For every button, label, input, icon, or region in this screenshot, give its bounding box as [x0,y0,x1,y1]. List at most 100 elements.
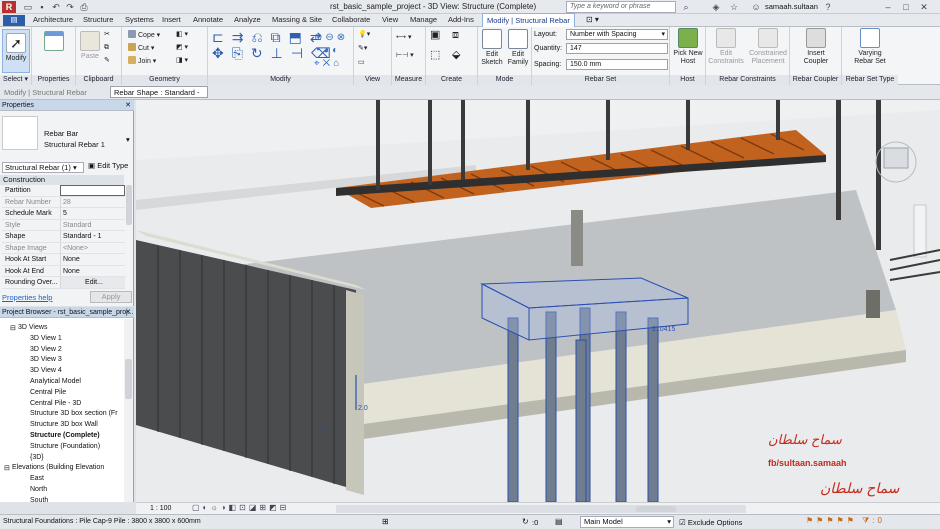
tab-architecture[interactable]: Architecture [33,15,73,24]
override-icon[interactable]: ✎▾ [358,44,367,53]
search-input[interactable]: Type a keyword or phrase [566,1,676,13]
help-icon[interactable]: ? [822,1,834,13]
apply-button[interactable]: Apply [90,291,132,303]
property-value[interactable]: None [60,254,125,265]
edit-sketch-button[interactable]: Edit Sketch [480,29,504,67]
tree-expander-icon[interactable]: ⊟ [10,324,16,332]
cut-button[interactable]: Cut ▾ [128,43,154,52]
browser-item[interactable]: East [30,475,44,482]
spacing-input[interactable]: 150.0 mm [566,59,668,70]
property-row[interactable]: Rebar Number 28 [2,196,125,208]
view-control-icons[interactable]: ▢◐☼◑◧⊡◪⊞◩⊟ [192,503,289,512]
dimension-text[interactable]: 2.0 [358,405,368,412]
browser-item[interactable]: 3D View 2 [30,346,62,353]
browser-scrollbar[interactable] [124,319,133,502]
property-value[interactable] [60,185,125,196]
modify-small-tools-icons[interactable]: ⊕⊖⊗ ◔◕◐ ⌖✕⌂ [314,31,348,70]
star-icon[interactable]: ☆ [728,1,740,13]
close-icon[interactable]: ✕ [125,307,131,318]
close-icon[interactable]: ✕ [918,1,930,13]
tree-expander-icon[interactable]: ⊟ [4,464,10,472]
geometry-tool-2-icon[interactable]: ◩ ▾ [176,43,188,52]
property-row[interactable]: Hook At Start None [2,254,125,266]
modify-button[interactable]: ➚ Modify [2,29,30,73]
browser-item[interactable]: Structure (Complete) [30,432,100,439]
copy-clip-icon[interactable]: ⧉ [104,43,109,52]
browser-item[interactable]: Central Pile - 3D [30,400,81,407]
tab-structure[interactable]: Structure [83,15,113,24]
horizontal-scrollbar[interactable] [336,505,746,513]
dimension-icon[interactable]: ⊢⊣ ▾ [396,51,414,60]
user-name[interactable]: samaah.sultaan [765,2,818,11]
tab-view[interactable]: View [382,15,398,24]
selection-filter-icons[interactable]: ⚑⚑⚑⚑⚑ ⧩:0 [806,516,885,526]
edit-type-button[interactable]: ▣ Edit Type [88,161,128,170]
property-value[interactable]: 28 [60,196,125,208]
create-group-icon[interactable]: ▣ [430,30,440,41]
browser-item[interactable]: Analytical Model [30,378,81,385]
view-cube-icon[interactable] [883,147,909,169]
property-value[interactable]: Edit... [60,277,125,288]
group-construction[interactable]: Construction [0,175,124,185]
tab-add-ins[interactable]: Add-Ins [448,15,474,24]
paste-button[interactable]: Paste [78,31,102,61]
revit-app-icon[interactable]: R [2,1,16,13]
quantity-input[interactable]: 147 [566,43,668,54]
browser-item[interactable]: 3D View 3 [30,356,62,363]
browser-item[interactable]: Structure (Foundation) [30,443,100,450]
constrained-placement-button[interactable]: Constrained Placement [746,28,790,66]
worksharing-icon[interactable]: ⊞ [382,517,389,526]
create-similar-icon[interactable]: ⧈ [452,30,459,41]
tab-collaborate[interactable]: Collaborate [332,15,370,24]
browser-item[interactable]: 3D View 4 [30,367,62,374]
panel-select-label[interactable]: Select ▾ [0,75,31,85]
browser-item[interactable]: 3D Views [18,324,47,331]
browser-item[interactable]: Central Pile [30,389,66,396]
property-row[interactable]: Partition [2,185,125,197]
close-icon[interactable]: ✕ [125,100,131,111]
pick-new-host-button[interactable]: Pick New Host [672,28,704,66]
tab-annotate[interactable]: Annotate [193,15,223,24]
exclude-options-checkbox[interactable]: ☑ Exclude Options [679,518,742,527]
property-value[interactable]: <None> [60,242,125,254]
cut-clip-icon[interactable]: ✂ [104,30,110,39]
property-value[interactable]: Standard - 1 [60,231,125,242]
browser-item[interactable]: South [30,497,48,504]
search-icon[interactable]: ⌕ [680,1,692,13]
scale-indicator[interactable]: 1 : 100 [150,505,171,512]
property-value[interactable]: Standard [60,219,125,231]
subscription-icon[interactable]: ◈ [710,1,722,13]
tab-options-icon[interactable]: ⊡ ▾ [586,15,599,24]
tab-massing[interactable]: Massing & Site [272,15,322,24]
insert-coupler-button[interactable]: Insert Coupler [796,28,836,66]
property-row[interactable]: Style Standard [2,219,125,231]
tab-manage[interactable]: Manage [410,15,437,24]
type-selector-chevron-icon[interactable]: ▾ [126,135,130,144]
properties-help-link[interactable]: Properties help [2,293,52,302]
layout-select[interactable]: Number with Spacing ▾ [566,29,668,40]
3d-viewport[interactable]: 2.0 210415 سماح سلطان fb/sultaan.samaah … [136,100,940,502]
tab-analyze[interactable]: Analyze [234,15,261,24]
create-parts-icon[interactable]: ⬚ [430,50,440,61]
edit-family-button[interactable]: Edit Family [505,29,531,67]
tab-insert[interactable]: Insert [162,15,181,24]
browser-item[interactable]: Structure 3D box Wall [30,421,98,428]
properties-scrollbar[interactable] [125,175,133,285]
varying-rebar-set-button[interactable]: Varying Rebar Set [848,28,892,66]
rebar-tag-text[interactable]: 210415 [652,326,675,333]
edit-constraints-button[interactable]: Edit Constraints [708,28,744,66]
rebar-shape-select[interactable]: Rebar Shape : Standard - ▾ [110,86,208,106]
property-row[interactable]: Hook At End None [2,265,125,277]
measure-icon[interactable]: ⟷ ▾ [396,33,412,42]
design-option-select[interactable]: Main Model ▾ [580,516,674,528]
property-value[interactable]: None [60,265,125,277]
join-button[interactable]: Join ▾ [128,56,156,65]
geometry-tool-1-icon[interactable]: ◧ ▾ [176,30,188,39]
browser-item[interactable]: Elevations (Building Elevation [12,464,104,471]
browser-item[interactable]: {3D} [30,454,44,461]
redo-icon[interactable]: ↷ [64,1,76,13]
save-icon[interactable]: ▪ [36,1,48,13]
match-icon[interactable]: ✎ [104,56,110,65]
sync-icon[interactable]: ↻ [522,517,529,526]
create-assembly-icon[interactable]: ⬙ [452,50,460,61]
